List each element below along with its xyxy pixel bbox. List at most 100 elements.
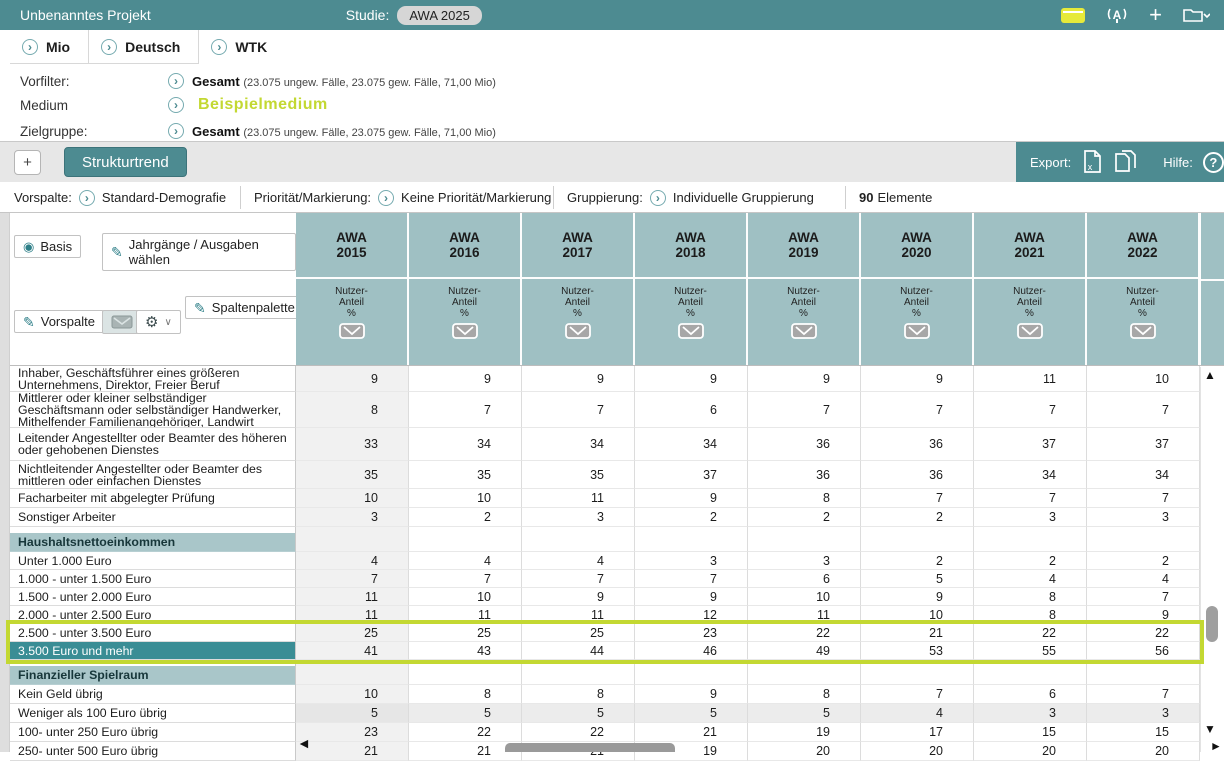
study-badge[interactable]: AWA 2025 (397, 6, 481, 25)
year-column-header[interactable]: AWA 2021Nutzer- Anteil % (974, 213, 1087, 366)
strukturtrend-tab[interactable]: Strukturtrend (64, 147, 187, 177)
envelope-icon[interactable] (339, 323, 365, 339)
year-column-header[interactable]: AWA 2022Nutzer- Anteil % (1087, 213, 1200, 366)
year-column-header[interactable]: AWA 2017Nutzer- Anteil % (522, 213, 635, 366)
value-cell: 3 (635, 552, 748, 570)
section-label[interactable]: Finanzieller Spielraum (10, 666, 296, 685)
export-excel-icon[interactable]: x (1081, 149, 1103, 175)
value-cell: 10 (296, 489, 409, 508)
basis-button[interactable]: ◉ Basis (14, 235, 81, 258)
scroll-up-icon[interactable]: ▲ (1204, 369, 1216, 381)
row-label[interactable]: Facharbeiter mit abgelegter Prüfung (10, 489, 296, 508)
column-settings-button[interactable]: ⚙ ∨ (136, 310, 181, 334)
prioritaet-option[interactable]: Priorität/Markierung: › Keine Priorität/… (254, 182, 551, 213)
window-card-icon[interactable] (1061, 8, 1085, 23)
row-label[interactable]: 2.500 - unter 3.500 Euro (10, 624, 296, 642)
chevron-circle-icon: › (211, 39, 227, 55)
value-cell: 36 (748, 428, 861, 461)
chevron-circle-icon[interactable]: › (168, 97, 184, 113)
value-cell: 22 (522, 723, 635, 742)
chevron-circle-icon[interactable]: › (168, 123, 184, 139)
year-column-header[interactable]: AWA 2018Nutzer- Anteil % (635, 213, 748, 366)
row-label[interactable]: 1.500 - unter 2.000 Euro (10, 588, 296, 606)
year-column-header[interactable]: AWA 2016Nutzer- Anteil % (409, 213, 522, 366)
year-label: AWA 2020 (861, 213, 972, 279)
envelope-icon[interactable] (565, 323, 591, 339)
row-label[interactable]: Kein Geld übrig (10, 685, 296, 704)
value-cell: 8 (409, 685, 522, 704)
value-cell: 6 (974, 685, 1087, 704)
row-label[interactable]: 3.500 Euro und mehr (10, 642, 296, 660)
vorspalte-button[interactable]: ✎ Vorspalte (14, 310, 104, 333)
value-cell: 4 (861, 704, 974, 723)
tab-deutsch[interactable]: › Deutsch (89, 30, 199, 64)
row-label[interactable]: 1.000 - unter 1.500 Euro (10, 570, 296, 588)
pencil-icon: ✎ (23, 315, 35, 329)
add-analysis-button[interactable]: + (14, 150, 41, 175)
medium-value[interactable]: Beispielmedium (192, 96, 328, 114)
vertical-scroll-thumb[interactable] (1206, 606, 1218, 642)
value-cell (522, 533, 635, 552)
value-cell: 5 (409, 704, 522, 723)
open-folder-icon[interactable] (1182, 6, 1210, 24)
row-label[interactable]: Nichtleitender Angestellter oder Beamter… (10, 461, 296, 489)
envelope-icon[interactable] (1130, 323, 1156, 339)
chevron-circle-icon[interactable]: › (168, 73, 184, 89)
row-label[interactable]: Leitender Angestellter oder Beamter des … (10, 428, 296, 461)
year-column-header[interactable]: AWA 2019Nutzer- Anteil % (748, 213, 861, 366)
vorspalte-option[interactable]: Vorspalte: › Standard-Demografie (14, 182, 226, 213)
envelope-icon[interactable] (904, 323, 930, 339)
export-document-icon[interactable] (1113, 149, 1139, 175)
envelope-icon[interactable] (791, 323, 817, 339)
row-label[interactable]: 100- unter 250 Euro übrig (10, 723, 296, 742)
value-cell (409, 533, 522, 552)
divider (553, 186, 554, 209)
scroll-down-icon[interactable]: ▼ (1204, 723, 1216, 735)
value-cell: 36 (748, 461, 861, 489)
row-label[interactable]: Sonstiger Arbeiter (10, 508, 296, 527)
jahrgaenge-button[interactable]: ✎ Jahrgänge / Ausgaben wählen (102, 233, 296, 271)
broadcast-antenna-icon[interactable]: A (1105, 6, 1129, 24)
envelope-icon[interactable] (1017, 323, 1043, 339)
value-cell: 3 (974, 508, 1087, 527)
spaltenpalette-button[interactable]: ✎ Spaltenpalette (185, 296, 304, 319)
value-cell: 9 (635, 489, 748, 508)
table-row: Nichtleitender Angestellter oder Beamter… (10, 461, 1200, 489)
value-cell: 8 (748, 489, 861, 508)
row-label[interactable]: Unter 1.000 Euro (10, 552, 296, 570)
year-label: AWA 2021 (974, 213, 1085, 279)
help-icon[interactable]: ? (1203, 152, 1224, 173)
envelope-icon[interactable] (452, 323, 478, 339)
zielgruppe-value[interactable]: Gesamt (23.075 ungew. Fälle, 23.075 gew.… (192, 124, 496, 139)
measure-subheader: Nutzer- Anteil % (409, 279, 520, 366)
value-cell: 7 (1087, 392, 1200, 428)
value-cell: 12 (635, 606, 748, 624)
tab-mio[interactable]: › Mio (10, 30, 89, 64)
prioritaet-option-value: Keine Priorität/Markierung (401, 190, 551, 205)
scroll-right-icon[interactable]: ► (1210, 740, 1222, 752)
value-cell: 3 (522, 508, 635, 527)
vertical-scrollbar[interactable] (1200, 367, 1224, 752)
row-label[interactable]: Weniger als 100 Euro übrig (10, 704, 296, 723)
row-label[interactable]: 2.000 - unter 2.500 Euro (10, 606, 296, 624)
new-project-icon[interactable]: + (1149, 5, 1162, 25)
value-cell: 10 (748, 588, 861, 606)
value-cell: 2 (409, 508, 522, 527)
scroll-left-icon[interactable]: ◄ (297, 737, 311, 749)
row-label[interactable]: Mittlerer oder kleiner selbständiger Ges… (10, 392, 296, 428)
value-cell: 36 (861, 461, 974, 489)
gruppierung-option[interactable]: Gruppierung: › Individuelle Gruppierung (567, 182, 814, 213)
vorfilter-value[interactable]: Gesamt (23.075 ungew. Fälle, 23.075 gew.… (192, 74, 496, 89)
value-cell: 34 (974, 461, 1087, 489)
year-column-header[interactable]: AWA 2020Nutzer- Anteil % (861, 213, 974, 366)
year-column-header[interactable]: AWA 2015Nutzer- Anteil % (296, 213, 409, 366)
value-cell: 46 (635, 642, 748, 660)
section-label[interactable]: Haushaltsnettoeinkommen (10, 533, 296, 552)
tab-wtk[interactable]: › WTK (199, 30, 285, 64)
value-cell: 34 (635, 428, 748, 461)
value-cell: 23 (635, 624, 748, 642)
envelope-icon[interactable] (678, 323, 704, 339)
value-cell: 11 (522, 606, 635, 624)
horizontal-scroll-thumb[interactable] (505, 743, 675, 752)
row-label[interactable]: Inhaber, Geschäftsführer eines größeren … (10, 366, 296, 392)
